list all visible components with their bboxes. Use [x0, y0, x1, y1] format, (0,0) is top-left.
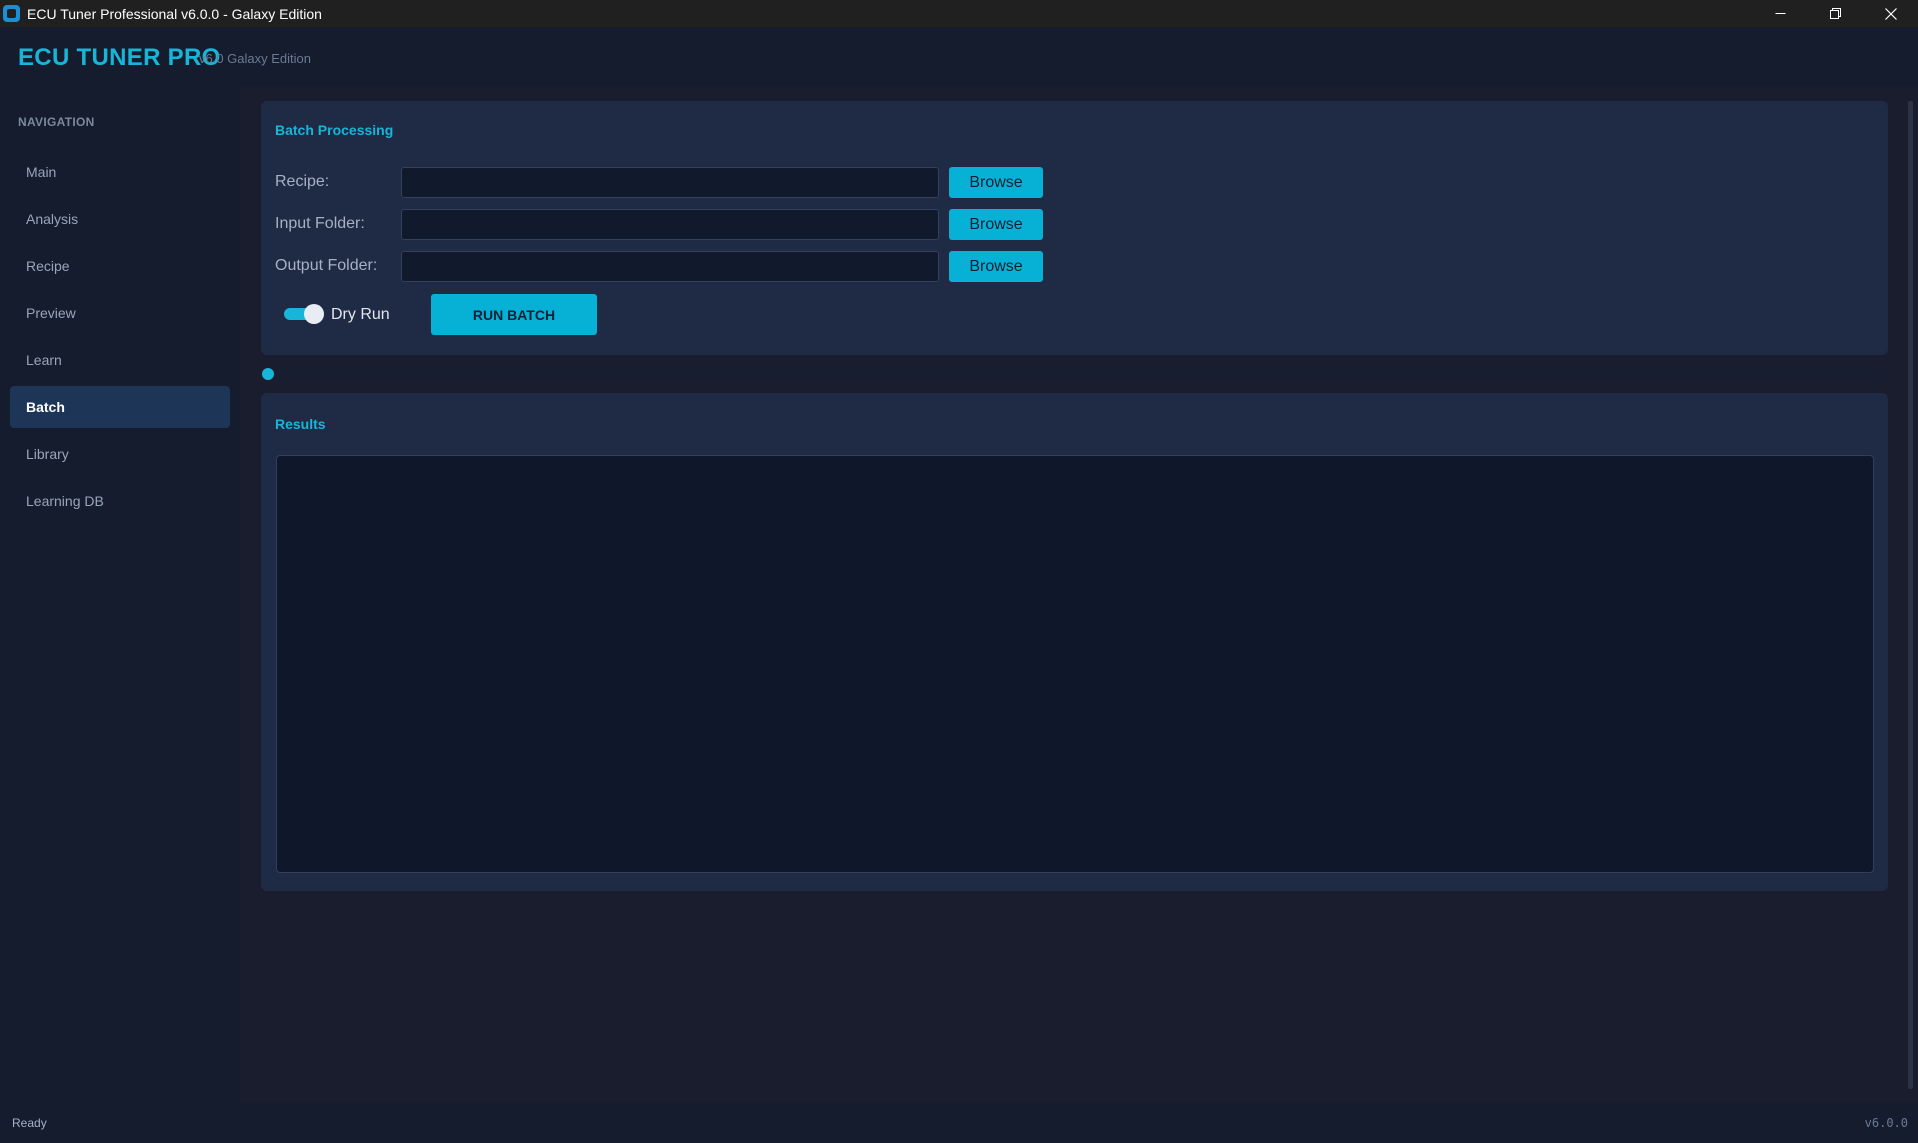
brand-logo: ECU TUNER PRO	[18, 44, 221, 71]
nav-heading: NAVIGATION	[18, 115, 95, 129]
progress-fill	[262, 368, 274, 380]
version-label: v6.0.0	[1864, 1116, 1908, 1130]
output-folder-label: Output Folder:	[275, 257, 378, 274]
sidebar-item-label: Preview	[26, 305, 76, 321]
input-folder-label: Input Folder:	[275, 215, 365, 232]
sidebar-item-label: Batch	[26, 399, 65, 415]
toggle-knob	[304, 304, 324, 324]
status-text: Ready	[12, 1116, 47, 1130]
results-panel: Results	[261, 393, 1888, 891]
brand-subtitle: v6.0 Galaxy Edition	[199, 51, 312, 66]
window-title: ECU Tuner Professional v6.0.0 - Galaxy E…	[27, 5, 322, 22]
app-header: ECU TUNER PRO v6.0 Galaxy Edition	[0, 27, 1918, 87]
main-scrollbar[interactable]	[1908, 101, 1913, 1089]
status-bar: Ready v6.0.0	[0, 1103, 1918, 1143]
main-content: Batch Processing Recipe: Browse Input Fo…	[240, 87, 1918, 1103]
window-titlebar: ECU Tuner Professional v6.0.0 - Galaxy E…	[0, 0, 1918, 27]
batch-processing-title: Batch Processing	[275, 122, 394, 138]
app-icon	[3, 5, 20, 22]
sidebar-item-label: Learn	[26, 352, 62, 368]
input-folder-input[interactable]	[401, 209, 939, 240]
sidebar-item-preview[interactable]: Preview	[10, 292, 230, 334]
restore-icon[interactable]	[1808, 0, 1863, 27]
recipe-input[interactable]	[401, 167, 939, 198]
minimize-icon[interactable]	[1753, 0, 1808, 27]
sidebar-item-label: Analysis	[26, 211, 79, 227]
sidebar-item-batch[interactable]: Batch	[10, 386, 230, 428]
sidebar-item-learning-db[interactable]: Learning DB	[10, 480, 230, 522]
output-folder-input[interactable]	[401, 251, 939, 282]
dry-run-toggle[interactable]	[284, 304, 324, 324]
dry-run-label[interactable]: Dry Run	[331, 306, 390, 324]
sidebar-item-label: Learning DB	[26, 493, 104, 509]
sidebar-item-label: Library	[26, 446, 69, 462]
output-folder-browse-button[interactable]: Browse	[949, 251, 1043, 282]
sidebar: NAVIGATION Main Analysis Recipe Preview …	[0, 87, 240, 1103]
sidebar-item-analysis[interactable]: Analysis	[10, 198, 230, 240]
sidebar-item-label: Recipe	[26, 258, 70, 274]
sidebar-item-main[interactable]: Main	[10, 151, 230, 193]
batch-progress-bar	[262, 368, 1887, 380]
run-batch-button[interactable]: RUN BATCH	[431, 294, 597, 335]
results-output[interactable]	[276, 455, 1874, 873]
input-folder-browse-button[interactable]: Browse	[949, 209, 1043, 240]
recipe-browse-button[interactable]: Browse	[949, 167, 1043, 198]
sidebar-item-library[interactable]: Library	[10, 433, 230, 475]
sidebar-item-label: Main	[26, 164, 57, 180]
sidebar-item-learn[interactable]: Learn	[10, 339, 230, 381]
results-title: Results	[275, 416, 326, 432]
recipe-label: Recipe:	[275, 173, 330, 190]
close-icon[interactable]	[1863, 0, 1918, 27]
batch-processing-panel: Batch Processing Recipe: Browse Input Fo…	[261, 101, 1888, 355]
sidebar-item-recipe[interactable]: Recipe	[10, 245, 230, 287]
